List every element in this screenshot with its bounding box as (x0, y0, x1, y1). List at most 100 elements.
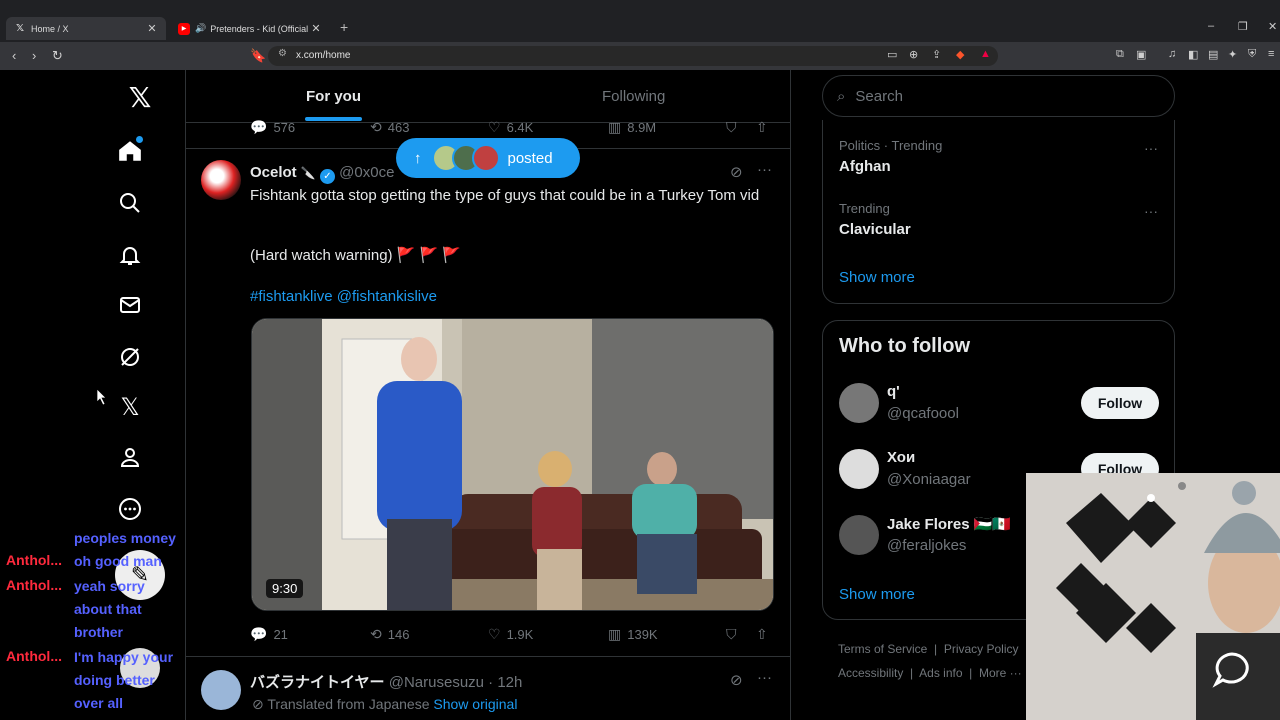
terms-link[interactable]: Terms of Service (838, 642, 927, 656)
wallet-icon[interactable]: ▤ (1208, 48, 1218, 61)
chat-message: I'm happy your doing better over all (74, 649, 174, 711)
chat-message: peoples money (74, 530, 176, 546)
avatar (471, 144, 500, 172)
sidebar-icon[interactable]: ◧ (1188, 48, 1198, 61)
rewards-icon[interactable]: ▲ (980, 48, 991, 60)
extensions-icon[interactable]: ⧉ (1116, 48, 1124, 61)
brave-shield-icon[interactable]: ◆ (956, 48, 964, 61)
video-duration: 9:30 (266, 579, 304, 598)
bookmark-icon[interactable]: 🔖 (250, 48, 266, 64)
more-options-icon[interactable]: ··· (757, 669, 772, 686)
media-icon[interactable]: ♫ (1168, 48, 1176, 60)
vpn-icon[interactable]: ⛨ (1248, 48, 1256, 61)
close-window-icon[interactable]: ✕ (1268, 20, 1277, 33)
like-button[interactable]: ♡ 6.4K (488, 119, 533, 136)
new-posts-pill[interactable]: ↑ posted (396, 138, 580, 178)
follow-button[interactable]: Follow (1081, 387, 1159, 419)
screen-icon[interactable]: ▭ (887, 48, 897, 61)
premium-x-icon[interactable]: 𝕏 (115, 392, 145, 422)
more-options-icon[interactable] (115, 494, 145, 524)
bookmark-button[interactable]: ⛉ (726, 626, 737, 643)
search-icon[interactable] (115, 188, 145, 218)
more-options-icon[interactable]: ··· (757, 161, 772, 178)
site-info-icon[interactable]: ⚙ (278, 48, 287, 59)
close-tab-icon[interactable]: ✕ (310, 22, 322, 35)
share-button[interactable]: ⇧ (756, 119, 768, 136)
share-icon[interactable]: ⇪ (932, 48, 941, 61)
close-tab-icon[interactable]: ✕ (146, 22, 158, 35)
search-input[interactable]: ⌕ Search (822, 75, 1175, 117)
back-icon[interactable]: ‹ (12, 48, 16, 63)
new-tab-button[interactable]: + (340, 19, 348, 35)
trend-item[interactable]: Clavicular (839, 221, 911, 238)
reply-icon: 💬 (250, 626, 268, 642)
grok-explain-icon[interactable]: ⊘ (730, 163, 743, 181)
menu-icon[interactable]: ≡ (1268, 48, 1274, 60)
messages-mail-icon[interactable] (115, 290, 145, 320)
show-more-link[interactable]: Show more (839, 269, 915, 286)
tab-search-icon[interactable]: ▣ (1136, 48, 1146, 61)
reply-button[interactable]: 💬 576 (250, 119, 295, 136)
translate-icon: ⊘ (252, 696, 264, 712)
repost-button[interactable]: ⟲ 463 (370, 119, 409, 136)
timeline-header: For you Following (186, 70, 790, 123)
privacy-link[interactable]: Privacy Policy (944, 642, 1019, 656)
chat-message: yeah sorry about that brother (74, 578, 145, 640)
chat-bubble-icon[interactable] (1210, 648, 1254, 692)
video-player[interactable]: 9:30 (251, 318, 774, 611)
user-name[interactable]: Jake Flores 🇵🇸🇲🇽 (887, 515, 1011, 533)
user-name[interactable]: q' (887, 383, 900, 400)
trend-item[interactable]: Afghan (839, 158, 891, 175)
heart-icon: ♡ (488, 626, 501, 642)
mouse-cursor-icon (97, 389, 107, 405)
user-name[interactable]: Хои (887, 449, 915, 466)
maximize-icon[interactable]: ❐ (1238, 20, 1248, 33)
translation-note: ⊘ Translated from Japanese Show original (252, 696, 518, 712)
like-button[interactable]: ♡ 1.9K (488, 626, 533, 643)
show-original-link[interactable]: Show original (433, 696, 517, 712)
more-options-icon[interactable]: ··· (1144, 140, 1158, 156)
x-logo-icon[interactable]: 𝕏 (125, 82, 155, 113)
grok-icon[interactable] (115, 342, 145, 372)
bookmark-button[interactable]: ⛉ (726, 119, 737, 136)
views-button[interactable]: ▥ 8.9M (608, 119, 656, 136)
more-link[interactable]: More ··· (979, 666, 1022, 680)
reply-icon: 💬 (250, 119, 268, 135)
repost-button[interactable]: ⟲ 146 (370, 626, 409, 643)
tab-pretenders[interactable]: ▶ 🔊 Pretenders - Kid (Official Music V ✕ (170, 17, 330, 40)
repost-icon: ⟲ (370, 119, 382, 135)
footer-links: Accessibility | Ads info | More ··· (838, 666, 1022, 680)
tweet-author[interactable]: Ocelot 🔪 ✓ @0x0ce (250, 164, 394, 184)
show-more-link[interactable]: Show more (839, 586, 915, 603)
minimize-icon[interactable]: – (1208, 20, 1214, 32)
tweet-text: Fishtank gotta stop getting the type of … (250, 187, 760, 204)
zoom-icon[interactable]: ⊕ (909, 48, 918, 61)
avatar[interactable] (839, 449, 879, 489)
share-button[interactable]: ⇧ (756, 626, 768, 643)
grok-explain-icon[interactable]: ⊘ (730, 671, 743, 689)
tweet-author[interactable]: バズラナイトイヤー @Narusesuzu · 12h (250, 671, 522, 692)
leo-icon[interactable]: ✦ (1228, 48, 1237, 61)
ads-info-link[interactable]: Ads info (919, 666, 962, 680)
profile-icon[interactable] (115, 442, 145, 472)
hashtag-links[interactable]: #fishtanklive @fishtankislive (250, 287, 770, 307)
ocelot-avatar[interactable] (201, 160, 241, 200)
tweet-actions: 💬 576 ⟲ 463 ♡ 6.4K ▥ 8.9M ⛉ ⇧ (250, 119, 778, 139)
reply-button[interactable]: 💬 21 (250, 626, 288, 643)
tab-following[interactable]: Following (602, 88, 665, 105)
narusesuzu-avatar[interactable] (201, 670, 241, 710)
tab-for-you[interactable]: For you (306, 88, 361, 105)
reload-icon[interactable]: ↻ (52, 48, 63, 64)
home-icon[interactable] (115, 136, 145, 166)
tab-home-x[interactable]: 𝕏 Home / X ✕ (6, 17, 166, 40)
views-button[interactable]: ▥ 139K (608, 626, 658, 643)
accessibility-link[interactable]: Accessibility (838, 666, 903, 680)
tab-title: Home / X (31, 23, 69, 34)
tweet-actions: 💬 21 ⟲ 146 ♡ 1.9K ▥ 139K ⛉ ⇧ (250, 626, 778, 646)
avatar[interactable] (839, 383, 879, 423)
avatar[interactable] (839, 515, 879, 555)
more-options-icon[interactable]: ··· (1144, 203, 1158, 219)
notifications-bell-icon[interactable] (115, 240, 145, 270)
share-icon: ⇧ (756, 119, 768, 135)
forward-icon[interactable]: › (32, 48, 36, 63)
